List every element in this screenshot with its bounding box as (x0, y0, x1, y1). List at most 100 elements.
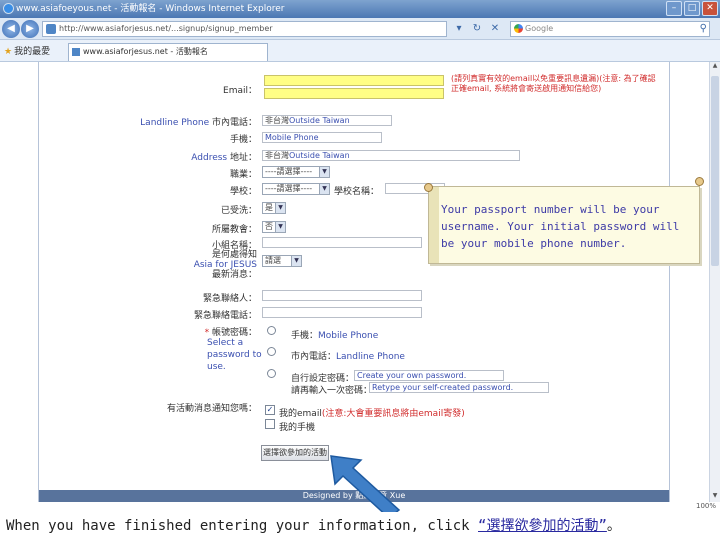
email-confirm-field[interactable] (264, 88, 444, 99)
page-viewport: Email： (請列真實有效的email以免重要訊息遺漏)(注意: 為了確認正確… (0, 62, 709, 502)
address-actions: ▾ ↻ ✕ (452, 22, 502, 36)
search-icon[interactable]: ⚲ (700, 22, 707, 36)
ie-logo-icon (3, 3, 14, 14)
scroll-up-icon[interactable]: ▲ (710, 62, 720, 72)
callout-stripe (429, 187, 439, 263)
pwd-option-landline-en: Landline Phone (336, 352, 405, 362)
chevron-down-icon: ▼ (319, 167, 329, 177)
signup-form: Email： (請列真實有效的email以免重要訊息遺漏)(注意: 為了確認正確… (38, 62, 670, 502)
school-select[interactable]: ----請選擇---- ▼ (262, 183, 330, 195)
heard-from-label: 是何處得知 Asia for JESUS 最新消息： (179, 250, 257, 280)
url-input[interactable]: http://www.asiaforjesus.net/...signup/si… (42, 21, 447, 37)
custom-password-field[interactable]: Create your own password. (354, 370, 504, 381)
star-icon: ★ (4, 47, 13, 57)
mobile-label: 手機： (229, 135, 257, 145)
favorites-label: 我的最愛 (14, 47, 51, 57)
church-value: 否 (265, 222, 273, 231)
maximize-button[interactable]: □ (684, 1, 700, 16)
caption-text: When you have finished entering your inf… (6, 518, 479, 534)
address-field[interactable]: 非台灣Outside Taiwan (262, 150, 520, 161)
notify-email-text: 我的email (279, 409, 322, 419)
pin-icon (695, 177, 704, 186)
minimize-button[interactable]: – (666, 1, 682, 16)
fellowship-field[interactable] (262, 237, 422, 248)
url-text: http://www.asiaforjesus.net/...signup/si… (59, 24, 273, 33)
notify-email-checkbox[interactable]: ✓ (265, 405, 275, 415)
confirm-password-value: Retype your self-created password. (372, 383, 514, 392)
refresh-icon[interactable]: ↻ (470, 22, 484, 36)
pwd-option-landline-radio[interactable] (267, 347, 276, 356)
landline-prefix: 非台灣 (265, 116, 289, 125)
browser-tab[interactable]: www.asiaforjesus.net - 活動報名 (68, 43, 268, 61)
email-field[interactable] (264, 75, 444, 86)
notify-mobile-label: 我的手機 (279, 423, 316, 433)
stop-icon[interactable]: ✕ (488, 22, 502, 36)
forward-arrow-icon[interactable]: ▶ (21, 20, 39, 38)
mobile-value: Mobile Phone (265, 133, 319, 142)
landline-value: Outside Taiwan (289, 116, 350, 125)
select-activity-button[interactable]: 選擇欲參加的活動 (261, 445, 329, 461)
custom-password-value: Create your own password. (357, 371, 467, 380)
chevron-down-icon: ▼ (319, 184, 329, 194)
emergency-phone-field[interactable] (262, 307, 422, 318)
status-bar: 100% (530, 502, 720, 512)
baptized-select[interactable]: 是 ▼ (262, 202, 286, 214)
school-label: 學校： (229, 187, 257, 197)
zoom-level[interactable]: 100% (696, 502, 716, 510)
occupation-label: 職業： (229, 170, 257, 180)
occupation-select[interactable]: ----請選擇---- ▼ (262, 166, 330, 178)
address-toolbar: ◀ ▶ http://www.asiaforjesus.net/...signu… (0, 18, 720, 40)
address-label-en: Address (191, 153, 228, 163)
notify-mobile-checkbox[interactable] (265, 419, 275, 429)
back-arrow-icon[interactable]: ◀ (2, 20, 20, 38)
email-label: Email： (223, 86, 257, 96)
page-icon (46, 24, 56, 34)
occupation-select-value: ----請選擇---- (265, 167, 313, 176)
emergency-contact-field[interactable] (262, 290, 422, 301)
google-logo-icon (514, 24, 523, 33)
pin-icon (424, 183, 433, 192)
chevron-down-icon: ▼ (275, 222, 285, 232)
notify-label: 有活動消息通知您嗎： (166, 404, 257, 414)
landline-label-zh: 市內電話： (211, 118, 257, 128)
pwd-option-mobile-label: 手機：Mobile Phone (291, 328, 378, 341)
pwd-option-mobile-radio[interactable] (267, 326, 276, 335)
pwd-option-landline-label: 市內電話：Landline Phone (291, 349, 405, 362)
search-input[interactable]: Google ⚲ (510, 21, 710, 37)
pwd-option-mobile-en: Mobile Phone (318, 331, 379, 341)
callout-text: Your passport number will be your userna… (441, 203, 680, 250)
pwd-option-custom-radio[interactable] (267, 369, 276, 378)
emergency-contact-label: 緊急聯絡人： (202, 294, 257, 304)
window-controls: – □ ✕ (666, 1, 718, 16)
notify-email-label: 我的email(注意:大會重要訊息將由email寄發) (279, 406, 465, 419)
baptized-label: 已受洗： (220, 206, 257, 216)
heard-from-select[interactable]: 請選 ▼ (262, 255, 302, 267)
address-value: Outside Taiwan (289, 151, 350, 160)
vertical-scrollbar[interactable]: ▲ ▼ (709, 62, 720, 502)
church-select[interactable]: 否 ▼ (262, 221, 286, 233)
email-note: (請列真實有效的email以免重要訊息遺漏)(注意: 為了確認正確email, … (451, 74, 656, 93)
school-name-label: 學校名稱： (333, 187, 379, 197)
landline-field[interactable]: 非台灣Outside Taiwan (262, 115, 392, 126)
address-prefix: 非台灣 (265, 151, 289, 160)
dropdown-icon[interactable]: ▾ (452, 22, 466, 36)
pwd-option-landline-zh: 市內電話： (291, 352, 337, 362)
address-label-zh: 地址： (229, 153, 257, 163)
caption-highlight: “選擇欲參加的活動” (478, 518, 607, 534)
password-hint: Select a password to use. (207, 338, 262, 372)
scroll-thumb[interactable] (711, 76, 719, 266)
favorites-button[interactable]: ★ 我的最愛 (4, 44, 50, 57)
scroll-down-icon[interactable]: ▼ (710, 492, 720, 502)
baptized-value: 是 (265, 203, 273, 212)
notify-email-note: (注意:大會重要訊息將由email寄發) (321, 409, 465, 419)
address-label: Address 地址： (99, 150, 257, 163)
window-title: www.asiafoeyous.net - 活動報名 - Windows Int… (16, 4, 285, 14)
heard-from-line2: Asia for JESUS (193, 260, 257, 270)
tab-favicon-icon (72, 48, 80, 56)
mobile-field[interactable]: Mobile Phone (262, 132, 382, 143)
chevron-down-icon: ▼ (275, 203, 285, 213)
close-button[interactable]: ✕ (702, 1, 718, 16)
confirm-password-field[interactable]: Retype your self-created password. (369, 382, 549, 393)
tab-toolbar: ★ 我的最愛 www.asiaforjesus.net - 活動報名 (0, 40, 720, 62)
chevron-down-icon: ▼ (291, 256, 301, 266)
